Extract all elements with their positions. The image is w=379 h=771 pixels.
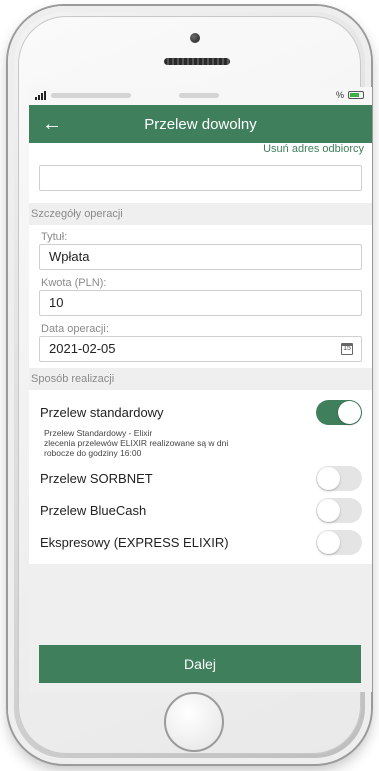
toggle-knob [317, 467, 340, 490]
toggle-knob [317, 499, 340, 522]
option-sorbnet-transfer: Przelew SORBNET [29, 462, 372, 494]
express-elixir-toggle[interactable] [316, 530, 362, 555]
execution-method-card: Przelew standardowy Przelew Standardowy … [29, 390, 372, 564]
date-field-label: Data operacji: [41, 323, 109, 335]
battery-percentage: % [335, 90, 344, 100]
standard-transfer-note: Przelew Standardowy - Elixir zlecenia pr… [29, 428, 372, 458]
option-standard-transfer: Przelew standardowy [29, 396, 372, 428]
battery-charging-icon [348, 91, 364, 99]
date-value: 2021-02-05 [49, 341, 116, 356]
front-camera [190, 33, 200, 43]
amount-field-label: Kwota (PLN): [41, 277, 107, 289]
signal-icon [35, 91, 46, 100]
operation-details-card: Tytuł: Wpłata Kwota (PLN): 10 Data opera… [29, 225, 372, 368]
note-line-1: Przelew Standardowy - Elixir [44, 428, 153, 438]
note-line-2: zlecenia przelewów ELIXIR realizowane są… [44, 438, 229, 448]
toggle-knob [317, 531, 340, 554]
option-bluecash-label: Przelew BlueCash [40, 503, 147, 518]
app-header: ← Przelew dowolny [29, 105, 372, 143]
sorbnet-transfer-toggle[interactable] [316, 466, 362, 491]
home-button[interactable] [164, 692, 224, 752]
title-field[interactable]: Wpłata [39, 244, 362, 270]
earpiece-speaker [164, 58, 230, 65]
status-bar: % [29, 87, 372, 105]
execution-method-section-label: Sposób realizacji [29, 368, 372, 390]
page-title: Przelew dowolny [144, 116, 257, 133]
carrier-name [51, 93, 131, 98]
date-field[interactable]: 2021-02-05 15 [39, 336, 362, 362]
option-sorbnet-label: Przelew SORBNET [40, 471, 153, 486]
next-button[interactable]: Dalej [39, 645, 361, 683]
standard-transfer-toggle[interactable] [316, 400, 362, 425]
form-content: Usuń adres odbiorcy Szczegóły operacji T… [29, 143, 372, 564]
remove-address-link[interactable]: Usuń adres odbiorcy [29, 143, 372, 157]
amount-field[interactable]: 10 [39, 290, 362, 316]
option-bluecash-transfer: Przelew BlueCash [29, 494, 372, 526]
option-express-label: Ekspresowy (EXPRESS ELIXIR) [40, 535, 229, 550]
recipient-address-field[interactable] [39, 165, 362, 191]
option-express-elixir: Ekspresowy (EXPRESS ELIXIR) [29, 526, 372, 558]
note-line-3: robocze do godziny 16:00 [44, 448, 142, 458]
operation-details-section-label: Szczegóły operacji [29, 203, 372, 225]
app-screen: % ← Przelew dowolny Usuń adres odbiorcy … [29, 87, 372, 692]
bluecash-transfer-toggle[interactable] [316, 498, 362, 523]
calendar-icon[interactable]: 15 [341, 343, 353, 355]
option-standard-label: Przelew standardowy [40, 405, 164, 420]
toggle-knob [338, 401, 361, 424]
title-field-label: Tytuł: [41, 231, 68, 243]
recipient-card: Usuń adres odbiorcy [29, 143, 372, 203]
status-time [179, 93, 219, 98]
